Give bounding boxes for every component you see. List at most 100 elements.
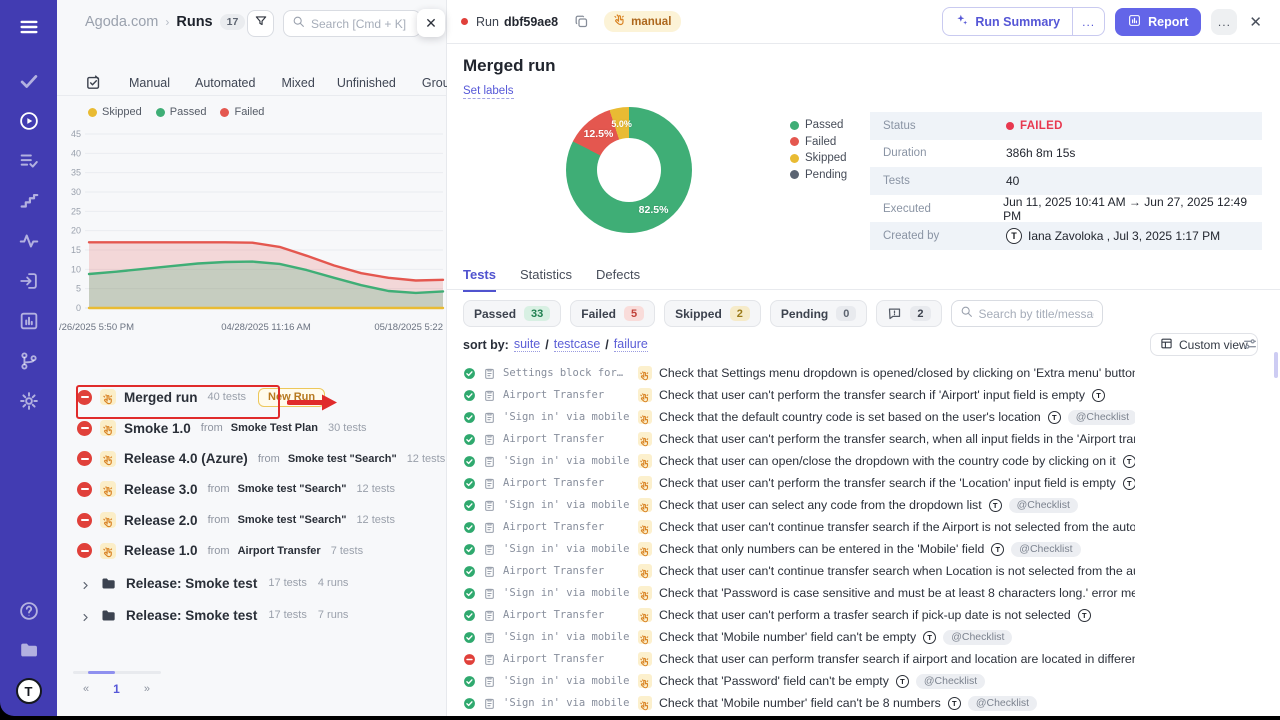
tab-mixed[interactable]: Mixed bbox=[281, 76, 314, 90]
more-actions-button[interactable]: ... bbox=[1211, 9, 1237, 35]
test-row[interactable]: Airport TransferCheck that user can perf… bbox=[463, 648, 1135, 670]
sidebar-item-integrations[interactable] bbox=[16, 350, 42, 376]
tab-automated[interactable]: Automated bbox=[195, 76, 255, 90]
runs-search-input[interactable] bbox=[311, 17, 412, 31]
chip-label: Pending bbox=[781, 307, 828, 321]
runs-scrollbar[interactable] bbox=[73, 671, 161, 674]
test-row[interactable]: 'Sign in' via mobileCheck that 'Mobile n… bbox=[463, 692, 1135, 714]
tests-search-input[interactable] bbox=[979, 307, 1094, 321]
test-row[interactable]: Airport TransferCheck that user can't pe… bbox=[463, 604, 1135, 626]
sort-by-failure[interactable]: failure bbox=[614, 337, 648, 352]
run-list-item[interactable]: Merged run40 testsNew Run bbox=[57, 382, 446, 413]
run-from-label: from bbox=[258, 453, 280, 465]
run-list-item[interactable]: Smoke 1.0fromSmoke Test Plan30 tests bbox=[57, 413, 446, 444]
sidebar-item-projects[interactable] bbox=[16, 639, 42, 665]
sidebar-item-activity[interactable] bbox=[16, 230, 42, 256]
test-row[interactable]: Airport TransferCheck that user can't pe… bbox=[463, 428, 1135, 450]
filter-button[interactable] bbox=[247, 10, 274, 37]
assignee-avatar: T bbox=[923, 631, 936, 644]
tab-manual[interactable]: Manual bbox=[129, 76, 170, 90]
test-row[interactable]: 'Sign in' via mobileCheck that the defau… bbox=[463, 406, 1135, 428]
runs-scrollbar-thumb[interactable] bbox=[88, 671, 115, 674]
view-settings-icon[interactable] bbox=[1242, 336, 1258, 352]
report-button[interactable]: Report bbox=[1115, 8, 1201, 36]
test-row[interactable]: Airport TransferCheck that user can't co… bbox=[463, 560, 1135, 582]
chip-label: Failed bbox=[581, 307, 616, 321]
run-folder-item[interactable]: Release: Smoke test17 tests4 runs bbox=[57, 568, 446, 598]
sidebar-item-reports[interactable] bbox=[16, 310, 42, 336]
close-panel-button[interactable]: ✕ bbox=[417, 9, 445, 37]
sidebar-item-runs[interactable] bbox=[16, 110, 42, 136]
run-tests-count: 12 tests bbox=[356, 514, 395, 526]
manual-run-icon bbox=[638, 542, 652, 556]
pagination-page-1[interactable]: 1 bbox=[113, 682, 120, 696]
run-list-item[interactable]: Release 4.0 (Azure)fromSmoke test "Searc… bbox=[57, 443, 446, 474]
test-row[interactable]: 'Sign in' via mobileCheck that user can … bbox=[463, 494, 1135, 516]
test-row[interactable]: Settings block for…Check that Settings m… bbox=[463, 362, 1135, 384]
select-runs-icon[interactable] bbox=[85, 74, 102, 91]
sidebar-item-test-cases[interactable] bbox=[16, 150, 42, 176]
manual-run-icon bbox=[100, 451, 116, 467]
run-summary-button[interactable]: Run Summary bbox=[943, 8, 1072, 35]
runs-search[interactable] bbox=[283, 10, 421, 37]
run-list-item[interactable]: Release 2.0fromSmoke test "Search"12 tes… bbox=[57, 505, 446, 536]
sidebar-item-milestones[interactable] bbox=[16, 190, 42, 216]
run-summary-more-button[interactable]: ... bbox=[1072, 8, 1104, 35]
filter-chip-pending[interactable]: Pending0 bbox=[770, 300, 867, 327]
tab-unfinished[interactable]: Unfinished bbox=[337, 76, 396, 90]
breadcrumb: Agoda.com › Runs 17 bbox=[85, 14, 245, 30]
sidebar-item-help[interactable] bbox=[16, 600, 42, 626]
sidebar-item-settings[interactable] bbox=[16, 390, 42, 416]
donut-legend-failed: Failed bbox=[790, 136, 847, 148]
filter-chip-failed[interactable]: Failed5 bbox=[570, 300, 655, 327]
test-row[interactable]: 'Sign in' via mobileCheck that 'Password… bbox=[463, 582, 1135, 604]
tab-defects[interactable]: Defects bbox=[596, 267, 640, 292]
run-from-label: from bbox=[208, 545, 230, 557]
sort-by-suite[interactable]: suite bbox=[514, 337, 540, 352]
set-labels-link[interactable]: Set labels bbox=[463, 85, 514, 99]
filter-chip-skipped[interactable]: Skipped2 bbox=[664, 300, 761, 327]
pagination-next[interactable]: » bbox=[144, 683, 150, 695]
checklist-tag: @Checklist bbox=[968, 696, 1037, 711]
test-suite: 'Sign in' via mobile bbox=[503, 631, 631, 643]
passed-status-icon bbox=[463, 477, 476, 490]
user-avatar[interactable]: T bbox=[16, 678, 42, 704]
comments-filter-chip[interactable]: 2 bbox=[876, 300, 941, 327]
detail-scrollbar-thumb[interactable] bbox=[1274, 352, 1278, 378]
new-run-badge: New Run bbox=[258, 388, 325, 407]
folder-icon bbox=[18, 639, 40, 666]
search-icon bbox=[292, 15, 305, 33]
test-row[interactable]: Airport TransferCheck that user can't co… bbox=[463, 516, 1135, 538]
breadcrumb-project[interactable]: Agoda.com bbox=[85, 14, 158, 30]
donut-label-skipped: 5.0% bbox=[611, 119, 632, 129]
test-row[interactable]: 'Sign in' via mobileCheck that 'Password… bbox=[463, 670, 1135, 692]
test-suite: Airport Transfer bbox=[503, 653, 631, 665]
passed-status-icon bbox=[463, 367, 476, 380]
run-name: Release 3.0 bbox=[124, 482, 198, 497]
run-list-item[interactable]: Release 3.0fromSmoke test "Search"12 tes… bbox=[57, 474, 446, 505]
close-icon: ✕ bbox=[425, 15, 437, 32]
legend-dot bbox=[156, 108, 165, 117]
test-row[interactable]: Airport TransferCheck that user can't pe… bbox=[463, 384, 1135, 406]
test-row[interactable]: 'Sign in' via mobileCheck that 'Mobile n… bbox=[463, 626, 1135, 648]
tests-search[interactable] bbox=[951, 300, 1103, 327]
test-row[interactable]: 'Sign in' via mobileCheck that user can … bbox=[463, 450, 1135, 472]
sidebar-item-menu[interactable] bbox=[16, 16, 42, 42]
close-run-detail-button[interactable]: ✕ bbox=[1247, 13, 1264, 31]
run-plan-name: Smoke test "Search" bbox=[288, 453, 397, 465]
copy-icon[interactable] bbox=[574, 14, 589, 29]
manual-run-icon bbox=[100, 543, 116, 559]
filter-chip-passed[interactable]: Passed33 bbox=[463, 300, 561, 327]
sort-by-testcase[interactable]: testcase bbox=[554, 337, 601, 352]
run-folder-item[interactable]: Release: Smoke test17 tests7 runs bbox=[57, 600, 446, 630]
chip-label: Skipped bbox=[675, 307, 722, 321]
sidebar-item-inbox[interactable] bbox=[16, 270, 42, 296]
tab-statistics[interactable]: Statistics bbox=[520, 267, 572, 292]
run-list-item[interactable]: Release 1.0fromAirport Transfer7 tests bbox=[57, 535, 446, 566]
tab-tests[interactable]: Tests bbox=[463, 267, 496, 292]
pagination-prev[interactable]: « bbox=[83, 683, 89, 695]
test-row[interactable]: Airport TransferCheck that user can't pe… bbox=[463, 472, 1135, 494]
sidebar-item-todo[interactable] bbox=[16, 70, 42, 96]
test-row[interactable]: 'Sign in' via mobileCheck that only numb… bbox=[463, 538, 1135, 560]
breadcrumb-section[interactable]: Runs bbox=[176, 14, 212, 30]
